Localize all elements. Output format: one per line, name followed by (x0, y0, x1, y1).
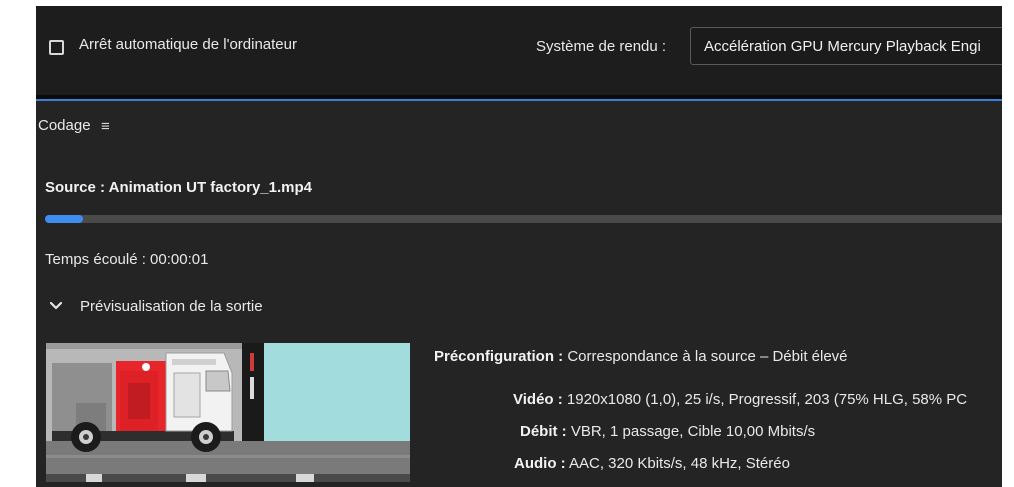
video-value: 1920x1080 (1,0), 25 i/s, Progressif, 203… (566, 391, 968, 408)
elapsed-time: Temps écoulé : 00:00:01 (45, 251, 209, 268)
toolbar: Arrêt automatique de l'ordinateur Systèm… (36, 6, 1002, 95)
audio-row: Audio : AAC, 320 Kbits/s, 48 kHz, Stéréo (514, 455, 790, 472)
source-file-label: Source : Animation UT factory_1.mp4 (45, 179, 312, 196)
output-preview-thumbnail (46, 343, 410, 482)
export-window: Arrêt automatique de l'ordinateur Systèm… (36, 6, 1002, 487)
video-row: Vidéo : 1920x1080 (1,0), 25 i/s, Progres… (513, 391, 967, 408)
hamburger-menu-icon[interactable]: ≡ (101, 118, 110, 135)
encoding-progress-fill (45, 215, 83, 223)
video-key: Vidéo : (513, 391, 563, 408)
preset-row: Préconfiguration : Correspondance à la s… (434, 348, 848, 365)
render-system-value: Accélération GPU Mercury Playback Engi (704, 38, 981, 55)
truck-preview-image (46, 343, 410, 482)
render-system-dropdown[interactable]: Accélération GPU Mercury Playback Engi (690, 27, 1002, 65)
output-preview-label: Prévisualisation de la sortie (80, 298, 263, 315)
render-system-label: Système de rendu : (536, 38, 667, 55)
audio-value: AAC, 320 Kbits/s, 48 kHz, Stéréo (569, 455, 790, 472)
auto-shutdown-label[interactable]: Arrêt automatique de l'ordinateur (79, 36, 297, 53)
encoding-panel: Codage ≡ Source : Animation UT factory_1… (36, 101, 1002, 487)
audio-key: Audio : (514, 455, 566, 472)
preset-key: Préconfiguration : (434, 348, 564, 365)
bitrate-value: VBR, 1 passage, Cible 10,00 Mbits/s (570, 423, 816, 440)
output-preview-toggle[interactable]: Prévisualisation de la sortie (48, 297, 448, 319)
bitrate-row: Débit : VBR, 1 passage, Cible 10,00 Mbit… (520, 423, 815, 440)
chevron-down-icon (49, 301, 63, 310)
panel-title: Codage (38, 117, 91, 134)
encoding-progress-bar (45, 215, 1002, 223)
auto-shutdown-checkbox[interactable] (49, 40, 64, 55)
bitrate-key: Débit : (520, 423, 567, 440)
preset-value: Correspondance à la source – Débit élevé (567, 348, 848, 365)
